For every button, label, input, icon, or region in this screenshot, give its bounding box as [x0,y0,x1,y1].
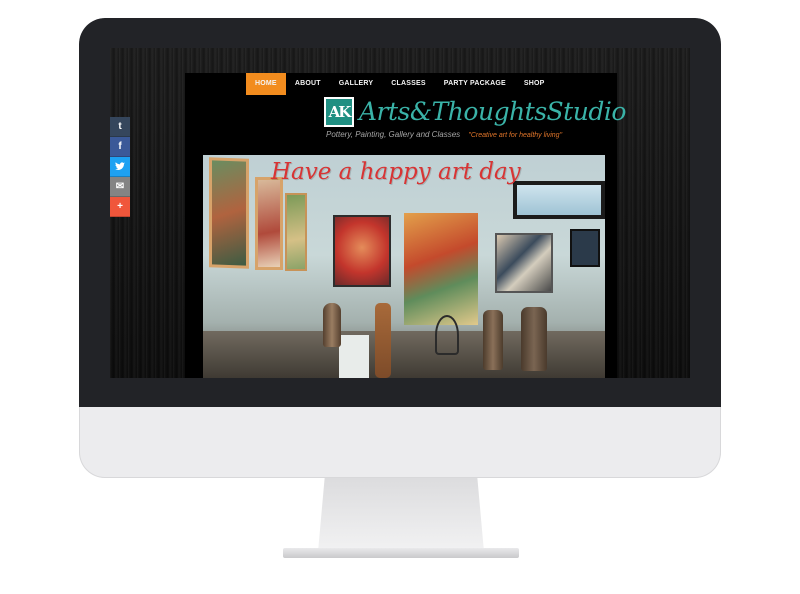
site-logo[interactable]: AK Arts&ThoughtsStudio [324,97,626,127]
nav-classes[interactable]: CLASSES [382,73,434,95]
pedestal [339,335,369,378]
twitter-bird-glyph [115,162,125,170]
tagline: Pottery, Painting, Gallery and Classes "… [326,130,562,139]
more-icon[interactable]: + [110,197,130,217]
pottery-vase [323,303,341,347]
logo-mark: AK [324,97,354,127]
painting-small [570,229,600,267]
site-title: Arts&ThoughtsStudio [359,97,626,126]
nav-about[interactable]: ABOUT [286,73,330,95]
painting-tall-right [285,193,307,271]
tagline-quote: "Creative art for healthy living" [468,132,563,139]
painting-cats [495,233,553,293]
nav-shop[interactable]: SHOP [515,73,554,95]
painting-tall-left [209,157,249,269]
monitor-screen: t f ✉ + HOME ABOUT GALLERY CLASSES PARTY… [110,48,690,378]
monitor-base [283,548,519,558]
website: HOME ABOUT GALLERY CLASSES PARTY PACKAGE… [185,73,626,378]
main-nav: HOME ABOUT GALLERY CLASSES PARTY PACKAGE… [246,73,554,95]
gallery-window [513,181,605,219]
painting-tall-middle [255,177,283,270]
twitter-icon[interactable] [110,157,130,177]
hero-image: Have a happy art day [203,155,605,378]
sculpture [375,303,391,378]
nav-party-package[interactable]: PARTY PACKAGE [435,73,515,95]
tagline-main: Pottery, Painting, Gallery and Classes [326,130,461,139]
painting-city [404,213,478,325]
hero-headline: Have a happy art day [271,159,521,185]
wire-lamp [435,315,459,355]
monitor: t f ✉ + HOME ABOUT GALLERY CLASSES PARTY… [79,18,721,478]
painting-face [333,215,391,287]
pottery-tall-1 [483,310,503,370]
email-icon[interactable]: ✉ [110,177,130,197]
facebook-icon[interactable]: f [110,137,130,157]
nav-home[interactable]: HOME [246,73,286,95]
pottery-tall-2 [521,307,547,371]
nav-gallery[interactable]: GALLERY [330,73,383,95]
monitor-bezel: t f ✉ + HOME ABOUT GALLERY CLASSES PARTY… [79,18,721,407]
social-share-bar: t f ✉ + [110,117,130,217]
logo-mark-letters: AK [326,99,352,125]
tumblr-icon[interactable]: t [110,117,130,137]
monitor-stand [318,478,484,552]
